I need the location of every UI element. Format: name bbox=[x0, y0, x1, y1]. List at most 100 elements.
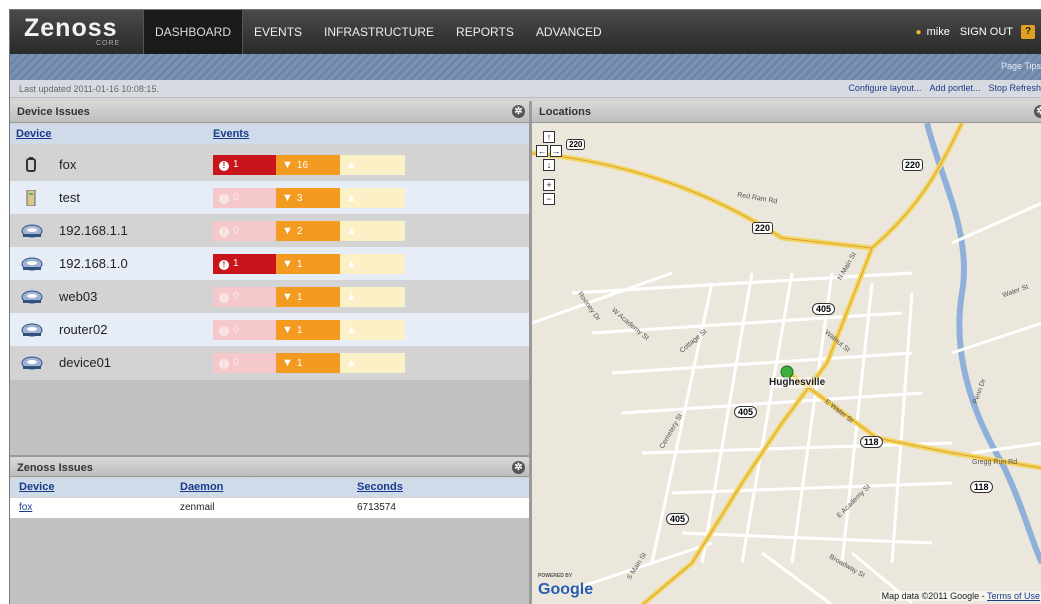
warning-icon: ▲ bbox=[346, 324, 357, 336]
zenoss-issue-daemon: zenmail bbox=[180, 502, 215, 513]
error-icon: ▼ bbox=[282, 291, 293, 303]
gear-icon[interactable]: ✲ bbox=[512, 105, 525, 118]
critical-count: 1 bbox=[233, 159, 239, 170]
map-attribution: Map data ©2011 Google - Terms of Use bbox=[879, 591, 1041, 601]
map-data-text: Map data ©2011 Google - bbox=[881, 591, 985, 601]
critical-event-count[interactable]: ! 0 bbox=[213, 188, 276, 208]
device-issues-title: Device Issues bbox=[17, 106, 90, 118]
column-device[interactable]: Device bbox=[19, 481, 54, 493]
warning-event-count[interactable]: ▲ bbox=[340, 221, 405, 241]
warning-icon: ▲ bbox=[346, 357, 357, 369]
warning-event-count[interactable]: ▲ bbox=[340, 188, 405, 208]
critical-icon: ! bbox=[219, 194, 229, 204]
column-device[interactable]: Device bbox=[16, 128, 51, 140]
error-event-count[interactable]: ▼ 3 bbox=[276, 188, 340, 208]
critical-event-count[interactable]: ! 0 bbox=[213, 320, 276, 340]
column-seconds[interactable]: Seconds bbox=[357, 481, 403, 493]
logo-text: Zenoss bbox=[24, 14, 118, 42]
google-logo[interactable]: POWERED BY Google bbox=[538, 573, 594, 599]
error-icon: ▼ bbox=[282, 324, 293, 336]
nav-advanced[interactable]: ADVANCED bbox=[525, 10, 613, 54]
device-name[interactable]: device01 bbox=[59, 355, 111, 370]
warning-event-count[interactable]: ▲ bbox=[340, 353, 405, 373]
zoom-out-icon[interactable]: − bbox=[543, 193, 555, 205]
error-icon: ▼ bbox=[282, 258, 293, 270]
device-name[interactable]: 192.168.1.0 bbox=[59, 256, 128, 271]
critical-event-count[interactable]: ! 0 bbox=[213, 353, 276, 373]
configure-layout-link[interactable]: Configure layout... bbox=[848, 83, 921, 93]
critical-event-count[interactable]: ! 1 bbox=[213, 155, 276, 175]
warning-event-count[interactable]: ▲ bbox=[340, 254, 405, 274]
add-portlet-link[interactable]: Add portlet... bbox=[929, 83, 980, 93]
logo-sub-text: CORE bbox=[96, 40, 121, 47]
column-daemon[interactable]: Daemon bbox=[180, 481, 223, 493]
table-row[interactable]: 192.168.1.0 ! 1 ▼ 1 ▲ bbox=[10, 247, 529, 280]
critical-icon: ! bbox=[219, 326, 229, 336]
warning-icon: ▲ bbox=[346, 291, 357, 303]
route-shield: 220 bbox=[566, 139, 586, 150]
zenoss-logo[interactable]: Zenoss CORE bbox=[24, 16, 134, 48]
critical-event-count[interactable]: ! 0 bbox=[213, 221, 276, 241]
table-row[interactable]: fox zenmail 6713574 bbox=[10, 498, 529, 518]
device-name[interactable]: test bbox=[59, 190, 80, 205]
critical-count: 0 bbox=[233, 225, 239, 236]
server-disk-icon bbox=[21, 322, 43, 337]
warning-event-count[interactable]: ▲ bbox=[340, 287, 405, 307]
pan-up-icon[interactable]: ↑ bbox=[543, 131, 555, 143]
error-icon: ▼ bbox=[282, 192, 293, 204]
google-logo-text: Google bbox=[538, 581, 594, 598]
zenoss-window: Zenoss CORE DASHBOARD EVENTS INFRASTRUCT… bbox=[9, 9, 1041, 604]
sign-out-link[interactable]: SIGN OUT bbox=[960, 26, 1013, 38]
device-name[interactable]: 192.168.1.1 bbox=[59, 223, 128, 238]
warning-event-count[interactable]: ▲ bbox=[340, 320, 405, 340]
locations-header: Locations ✲ bbox=[532, 101, 1041, 123]
device-name[interactable]: web03 bbox=[59, 289, 97, 304]
error-event-count[interactable]: ▼ 1 bbox=[276, 287, 340, 307]
warning-event-count[interactable]: ▲ bbox=[340, 155, 405, 175]
critical-icon: ! bbox=[219, 161, 229, 171]
table-row[interactable]: test! 0 ▼ 3 ▲ bbox=[10, 181, 529, 214]
map-canvas[interactable] bbox=[532, 123, 1041, 604]
terms-of-use-link[interactable]: Terms of Use bbox=[987, 591, 1040, 601]
warning-icon: ▲ bbox=[346, 159, 357, 171]
pan-left-icon[interactable]: ← bbox=[536, 145, 548, 157]
sub-nav-bar: Page Tips bbox=[10, 54, 1041, 80]
table-row[interactable]: router02 ! 0 ▼ 1 ▲ bbox=[10, 313, 529, 346]
device-name[interactable]: fox bbox=[59, 157, 76, 172]
error-event-count[interactable]: ▼ 2 bbox=[276, 221, 340, 241]
nav-infrastructure[interactable]: INFRASTRUCTURE bbox=[313, 10, 445, 54]
gear-icon[interactable]: ✲ bbox=[512, 461, 525, 474]
warning-icon: ▲ bbox=[346, 258, 357, 270]
zoom-in-icon[interactable]: + bbox=[543, 179, 555, 191]
critical-event-count[interactable]: ! 1 bbox=[213, 254, 276, 274]
error-event-count[interactable]: ▼ 1 bbox=[276, 320, 340, 340]
nav-dashboard[interactable]: DASHBOARD bbox=[143, 10, 244, 54]
username[interactable]: mike bbox=[927, 26, 950, 38]
zenoss-issue-device[interactable]: fox bbox=[19, 502, 32, 513]
town-label: Hughesville bbox=[769, 377, 826, 388]
gear-icon[interactable]: ✲ bbox=[1034, 105, 1041, 118]
error-event-count[interactable]: ▼ 1 bbox=[276, 353, 340, 373]
nav-events[interactable]: EVENTS bbox=[243, 10, 313, 54]
zenoss-issues-column-header: Device Daemon Seconds bbox=[10, 478, 529, 497]
device-name[interactable]: router02 bbox=[59, 322, 107, 337]
warning-icon: ▲ bbox=[346, 192, 357, 204]
pan-right-icon[interactable]: → bbox=[550, 145, 562, 157]
help-icon[interactable]: ? bbox=[1021, 25, 1035, 39]
google-map[interactable]: 220 220 220 405 405 405 118 118 Red Ram … bbox=[532, 123, 1041, 604]
error-count: 3 bbox=[296, 193, 303, 204]
table-row[interactable]: 192.168.1.1 ! 0 ▼ 2 ▲ bbox=[10, 214, 529, 247]
error-event-count[interactable]: ▼ 1 bbox=[276, 254, 340, 274]
error-count: 1 bbox=[296, 358, 303, 369]
column-events[interactable]: Events bbox=[213, 128, 249, 140]
nav-reports[interactable]: REPORTS bbox=[445, 10, 525, 54]
table-row[interactable]: fox! 1 ▼ 16 ▲ bbox=[10, 148, 529, 181]
table-row[interactable]: device01 ! 0 ▼ 1 ▲ bbox=[10, 346, 529, 379]
stop-refresh-link[interactable]: Stop Refresh bbox=[988, 83, 1041, 93]
page-tips-link[interactable]: Page Tips bbox=[1001, 61, 1041, 71]
table-row[interactable]: web03 ! 0 ▼ 1 ▲ bbox=[10, 280, 529, 313]
critical-event-count[interactable]: ! 0 bbox=[213, 287, 276, 307]
pan-down-icon[interactable]: ↓ bbox=[543, 159, 555, 171]
route-shield: 220 bbox=[752, 222, 774, 234]
error-event-count[interactable]: ▼ 16 bbox=[276, 155, 340, 175]
